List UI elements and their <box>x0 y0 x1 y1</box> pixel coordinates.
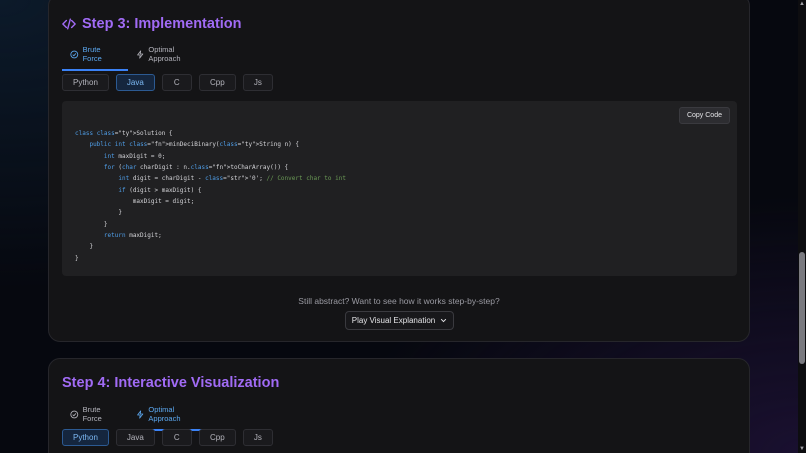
code-line: } <box>75 209 122 217</box>
copy-code-button[interactable]: Copy Code <box>678 107 730 124</box>
step3-title: Step 3: Implementation <box>82 16 242 32</box>
code-block: Copy Code class class="ty">Solution { pu… <box>62 101 737 276</box>
step4-title: Step 4: Interactive Visualization <box>62 375 280 391</box>
lang-js[interactable]: Js <box>242 74 273 91</box>
code-line: for (char charDigit : n.class="fn">toCha… <box>103 164 289 172</box>
code-line: } <box>75 254 79 262</box>
check-circle-icon <box>70 50 79 58</box>
code-line: maxDigit = digit; <box>75 198 195 206</box>
zap-icon <box>137 409 144 419</box>
code-line: } <box>75 220 108 228</box>
lang-java[interactable]: Java <box>115 429 155 446</box>
step3-card: Step 3: Implementation Brute Force Optim… <box>48 0 750 342</box>
tab-label: Optimal Approach <box>148 45 181 63</box>
check-circle-icon <box>70 410 79 418</box>
tab-brute-force[interactable]: Brute Force <box>62 399 128 431</box>
scroll-up-arrow-icon[interactable]: ▲ <box>798 0 806 8</box>
zap-icon <box>137 49 144 59</box>
lang-c[interactable]: C <box>161 429 192 446</box>
step4-approach-tabs: Brute Force Optimal Approach <box>62 399 212 431</box>
code-line: public int class="fn">minDeciBinary(clas… <box>89 141 300 149</box>
step3-language-selector: Python Java C Cpp Js <box>62 74 273 91</box>
tab-label: Optimal Approach <box>148 405 181 423</box>
lang-java[interactable]: Java <box>115 74 155 91</box>
step4-card: Step 4: Interactive Visualization Brute … <box>48 358 750 453</box>
tab-optimal-approach[interactable]: Optimal Approach <box>128 399 212 431</box>
code-content: class class="ty">Solution { public int c… <box>75 128 346 264</box>
lang-cpp[interactable]: Cpp <box>198 74 236 91</box>
code-line: int digit = charDigit - class="str">'0';… <box>118 175 346 183</box>
lang-js[interactable]: Js <box>242 429 273 446</box>
code-line: int maxDigit = 0; <box>103 152 166 160</box>
lang-python[interactable]: Python <box>62 74 109 91</box>
page-scrollbar[interactable]: ▲ ▼ <box>798 0 806 453</box>
play-button-label: Play Visual Explanation <box>351 316 436 325</box>
scroll-down-arrow-icon[interactable]: ▼ <box>798 445 806 453</box>
tab-brute-force[interactable]: Brute Force <box>62 39 128 71</box>
step3-approach-tabs: Brute Force Optimal Approach <box>62 39 212 71</box>
tab-label: Brute Force <box>82 45 102 63</box>
step4-language-selector: Python Java C Cpp Js <box>62 429 273 446</box>
visual-explanation-hint: Still abstract? Want to see how it works… <box>298 296 500 306</box>
step3-header: Step 3: Implementation <box>62 16 242 32</box>
scrollbar-thumb[interactable] <box>799 252 805 364</box>
code-line: } <box>75 243 94 251</box>
code-line: return maxDigit; <box>103 232 162 240</box>
lang-c[interactable]: C <box>161 74 192 91</box>
tab-optimal-approach[interactable]: Optimal Approach <box>128 39 212 71</box>
code-line: if (digit > maxDigit) { <box>118 186 202 194</box>
lang-python[interactable]: Python <box>62 429 109 446</box>
play-visual-explanation-button[interactable]: Play Visual Explanation <box>345 311 454 330</box>
code-icon <box>62 17 76 31</box>
code-line: class class="ty">Solution { <box>75 130 173 137</box>
chevron-down-icon <box>441 318 447 323</box>
tab-label: Brute Force <box>82 405 102 423</box>
lang-cpp[interactable]: Cpp <box>198 429 236 446</box>
